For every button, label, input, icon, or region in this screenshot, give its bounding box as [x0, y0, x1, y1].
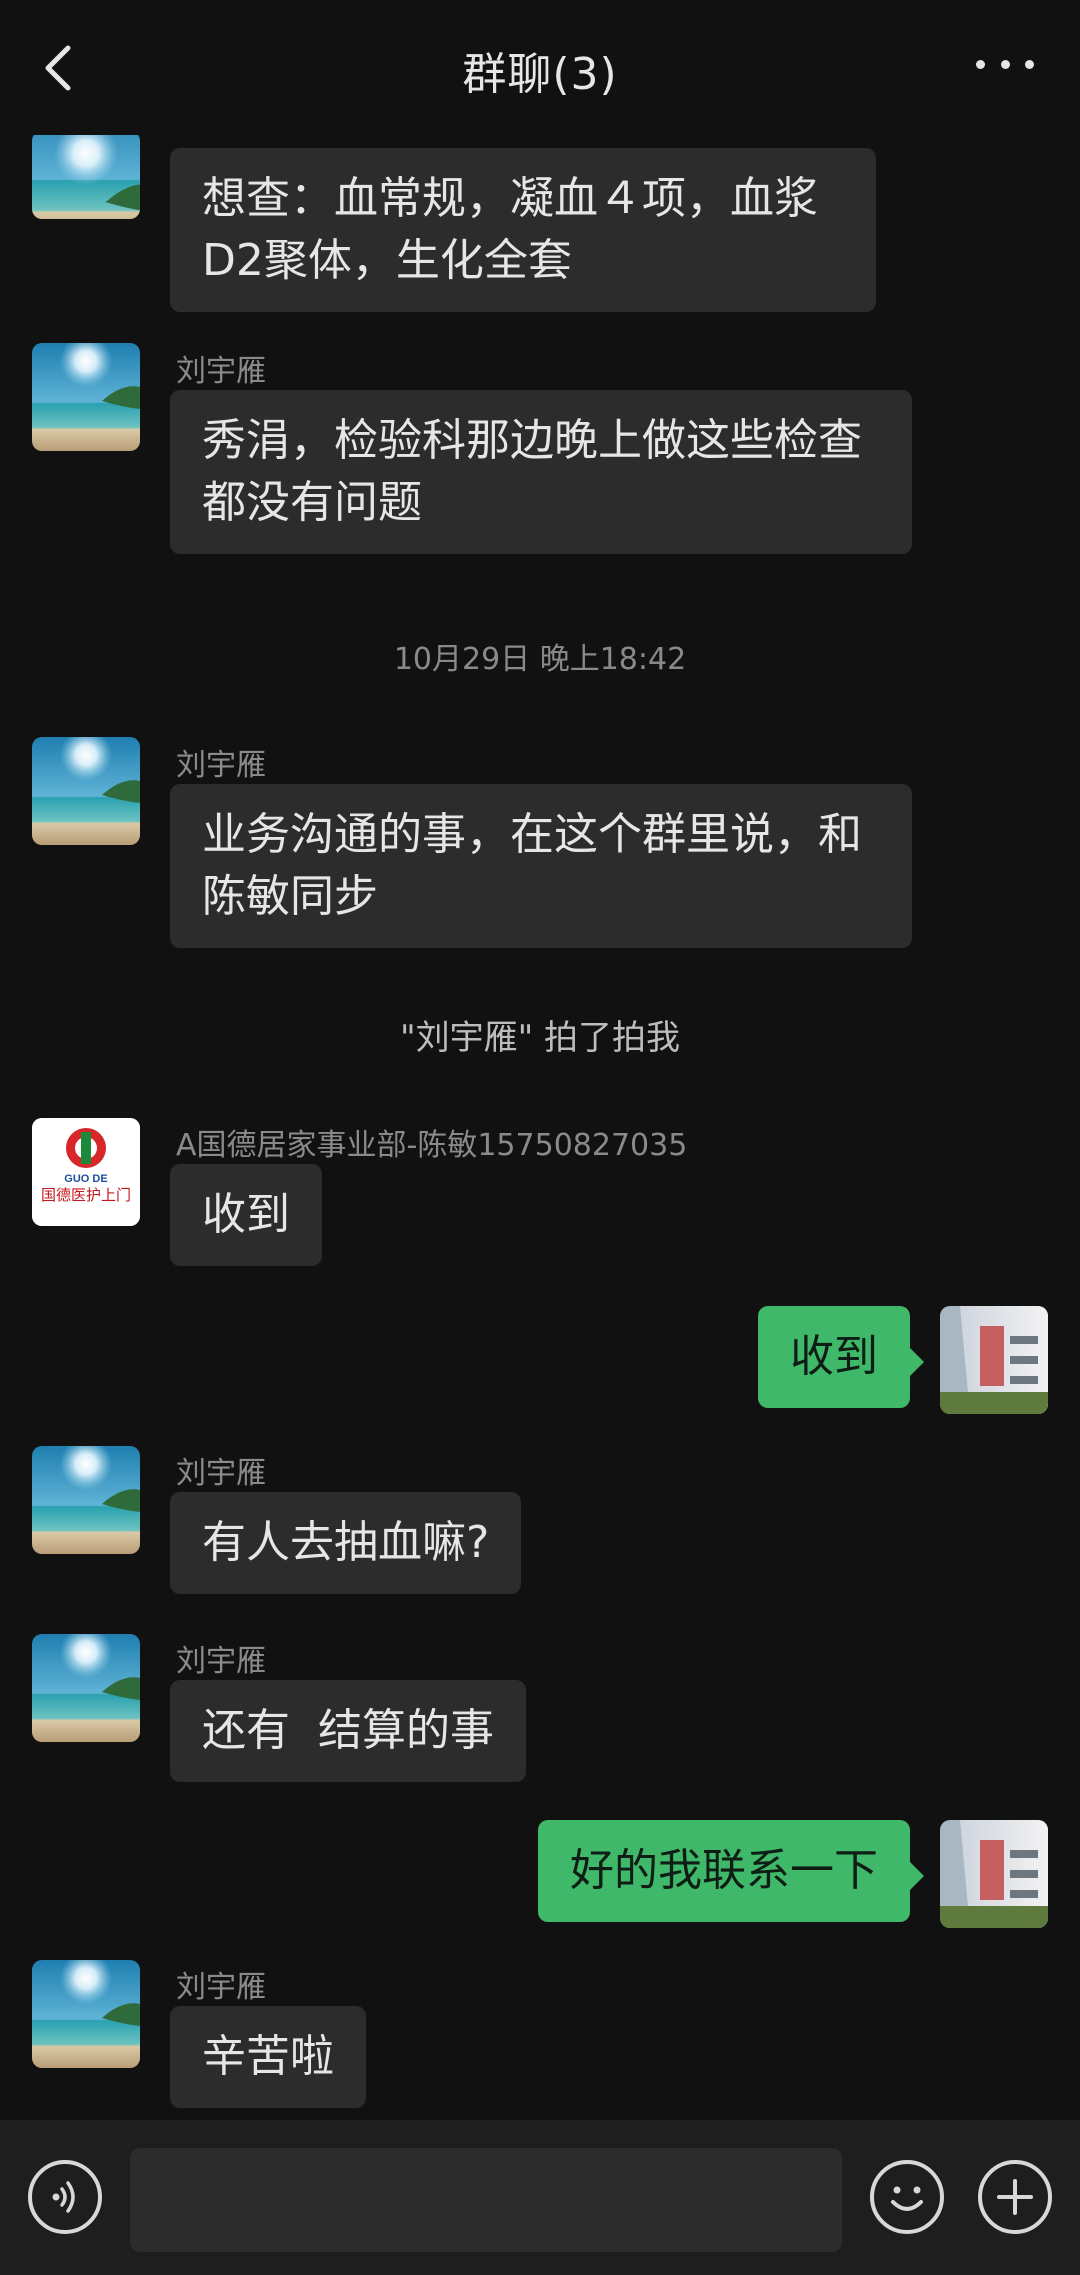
timestamp: 10月29日 晚上18:42 [393, 642, 687, 677]
avatar-guode-logo[interactable]: GUO DE 国德医护上门 [32, 1118, 140, 1226]
message-input[interactable] [130, 2148, 842, 2252]
sender-name: 刘宇雁 [176, 1970, 266, 2005]
voice-icon [52, 2181, 75, 2213]
my-avatar[interactable] [940, 1306, 1048, 1414]
message-bubble[interactable]: 有人去抽血嘛? [170, 1492, 522, 1594]
more-options-button[interactable] [970, 44, 1040, 84]
message-bubble[interactable]: 业务沟通的事，在这个群里说，和陈敏同步 [170, 784, 912, 948]
message-bubble[interactable]: 秀涓，检验科那边晚上做这些检查都没有问题 [170, 390, 912, 554]
message-bubble[interactable]: 辛苦啦 [170, 2006, 366, 2108]
svg-text:GUO DE: GUO DE [64, 1173, 107, 1185]
voice-button[interactable] [28, 2160, 102, 2234]
message-bubble[interactable]: 想查：血常规，凝血４项，血浆D2聚体，生化全套 [170, 148, 876, 312]
avatar-liu[interactable] [32, 1634, 140, 1742]
sender-name: 刘宇雁 [176, 1456, 266, 1491]
pat-notice: "刘宇雁" 拍了拍我 [399, 1018, 681, 1058]
plus-icon [997, 2179, 1033, 2215]
more-dots-icon [976, 59, 985, 69]
my-message-bubble[interactable]: 收到 [758, 1306, 924, 1408]
input-bar [0, 2120, 1080, 2275]
message-bubble[interactable]: 收到 [170, 1164, 322, 1266]
avatar-liu[interactable] [32, 131, 140, 219]
chat-header: 群聊(3) [0, 0, 1080, 135]
sender-name: A国德居家事业部-陈敏15750827035 [176, 1128, 688, 1163]
emoji-button[interactable] [870, 2160, 944, 2234]
sender-name: 刘宇雁 [176, 1644, 266, 1679]
svg-text:国德医护上门: 国德医护上门 [41, 1186, 131, 1204]
sender-name: 刘宇雁 [176, 354, 266, 389]
avatar-liu[interactable] [32, 1446, 140, 1554]
emoji-icon [891, 2186, 923, 2211]
my-avatar[interactable] [940, 1820, 1048, 1928]
my-message-bubble[interactable]: 好的我联系一下 [538, 1820, 924, 1922]
message-bubble[interactable]: 还有 结算的事 [170, 1680, 526, 1782]
sender-name: 刘宇雁 [176, 748, 266, 783]
avatar-liu[interactable] [32, 737, 140, 845]
message-list[interactable]: A国德居家事业部-陈敏15750827035 想查：血常规，凝血４项，血浆D2聚… [0, 120, 1080, 2120]
chat-title: 群聊(3) [462, 49, 618, 100]
avatar-liu[interactable] [32, 1960, 140, 2068]
avatar-liu[interactable] [32, 343, 140, 451]
more-functions-button[interactable] [978, 2160, 1052, 2234]
